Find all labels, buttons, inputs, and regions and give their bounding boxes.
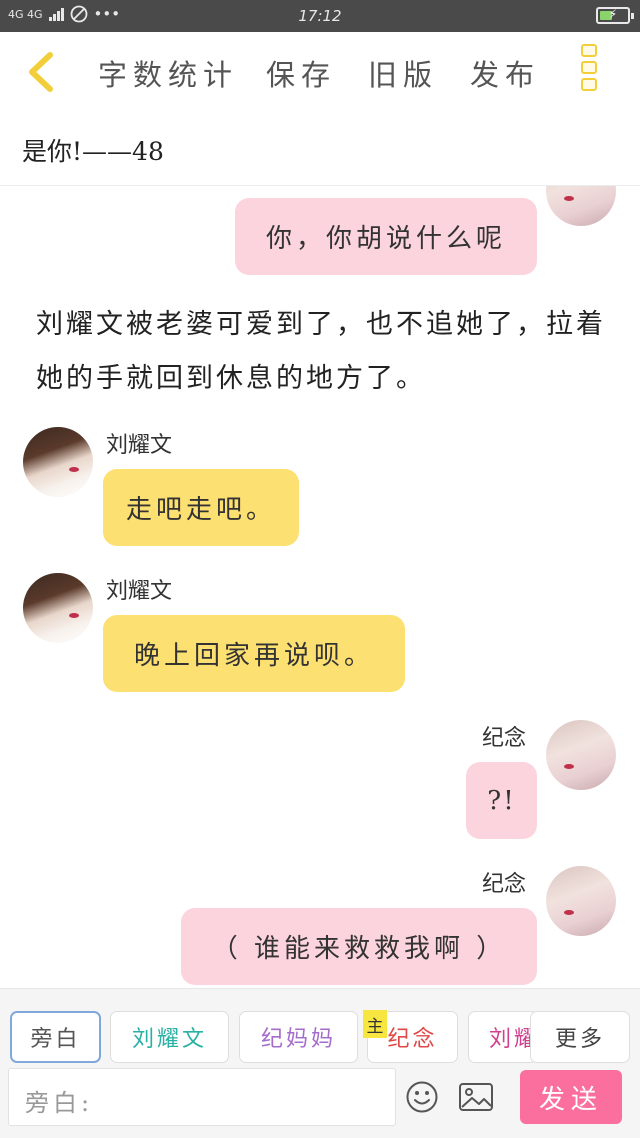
save-button[interactable]: 保存 — [266, 52, 336, 94]
status-time: 17:12 — [298, 7, 342, 25]
character-chip-jimama[interactable]: 纪妈妈 — [239, 1011, 358, 1063]
avatar-jinian[interactable] — [546, 866, 616, 936]
message-bubble[interactable]: （ 谁能来救救我啊 ） — [181, 908, 537, 985]
avatar-liuyaowen[interactable] — [23, 427, 93, 497]
avatar-jinian[interactable] — [546, 186, 616, 226]
publish-button[interactable]: 发布 — [470, 52, 540, 94]
battery-icon: ⚡ — [596, 7, 634, 24]
message-bubble[interactable]: 走吧走吧。 — [103, 469, 299, 546]
sender-name: 刘耀文 — [106, 433, 173, 458]
more-characters-button[interactable]: 更多 — [530, 1011, 630, 1063]
emoji-icon[interactable] — [405, 1080, 439, 1114]
message-input[interactable]: 旁白: — [8, 1068, 396, 1126]
character-chip-partial[interactable]: 刘耀 — [468, 1011, 538, 1063]
sender-name: 刘耀文 — [106, 579, 173, 604]
message-bubble[interactable]: ?! — [466, 762, 537, 839]
character-selector: 旁白 刘耀文 纪妈妈 纪念 刘耀 更多 — [0, 988, 640, 1068]
chapter-title-bar: 是你!——48 — [0, 112, 640, 186]
back-chevron-icon[interactable] — [22, 50, 62, 94]
send-button[interactable]: 发送 — [520, 1070, 622, 1124]
input-bar: 旁白: 发送 — [0, 1068, 640, 1138]
status-bar: 4G 4G ••• 17:12 ⚡ — [0, 0, 640, 32]
chat-area[interactable]: 你，你胡说什么呢 刘耀文被老婆可爱到了，也不追她了，拉着她的手就回到休息的地方了… — [0, 186, 640, 988]
image-icon[interactable] — [458, 1080, 494, 1114]
sender-name: 纪念 — [482, 872, 527, 897]
message-bubble[interactable]: 晚上回家再说呗。 — [103, 615, 405, 692]
sender-name: 纪念 — [482, 726, 527, 751]
character-chip-narrator[interactable]: 旁白 — [10, 1011, 101, 1063]
avatar-jinian[interactable] — [546, 720, 616, 790]
narration-text[interactable]: 刘耀文被老婆可爱到了，也不追她了，拉着她的手就回到休息的地方了。 — [36, 298, 626, 406]
avatar-liuyaowen[interactable] — [23, 573, 93, 643]
character-chip-liuyaowen[interactable]: 刘耀文 — [110, 1011, 229, 1063]
chapter-title[interactable]: 是你!——48 — [22, 132, 164, 168]
old-version-button[interactable]: 旧版 — [368, 52, 438, 94]
message-bubble[interactable]: 你，你胡说什么呢 — [235, 198, 537, 275]
main-character-badge: 主 — [363, 1010, 387, 1038]
menu-icon[interactable] — [577, 44, 601, 98]
top-toolbar: 字数统计 保存 旧版 发布 — [0, 32, 640, 112]
word-count-button[interactable]: 字数统计 — [98, 52, 238, 94]
